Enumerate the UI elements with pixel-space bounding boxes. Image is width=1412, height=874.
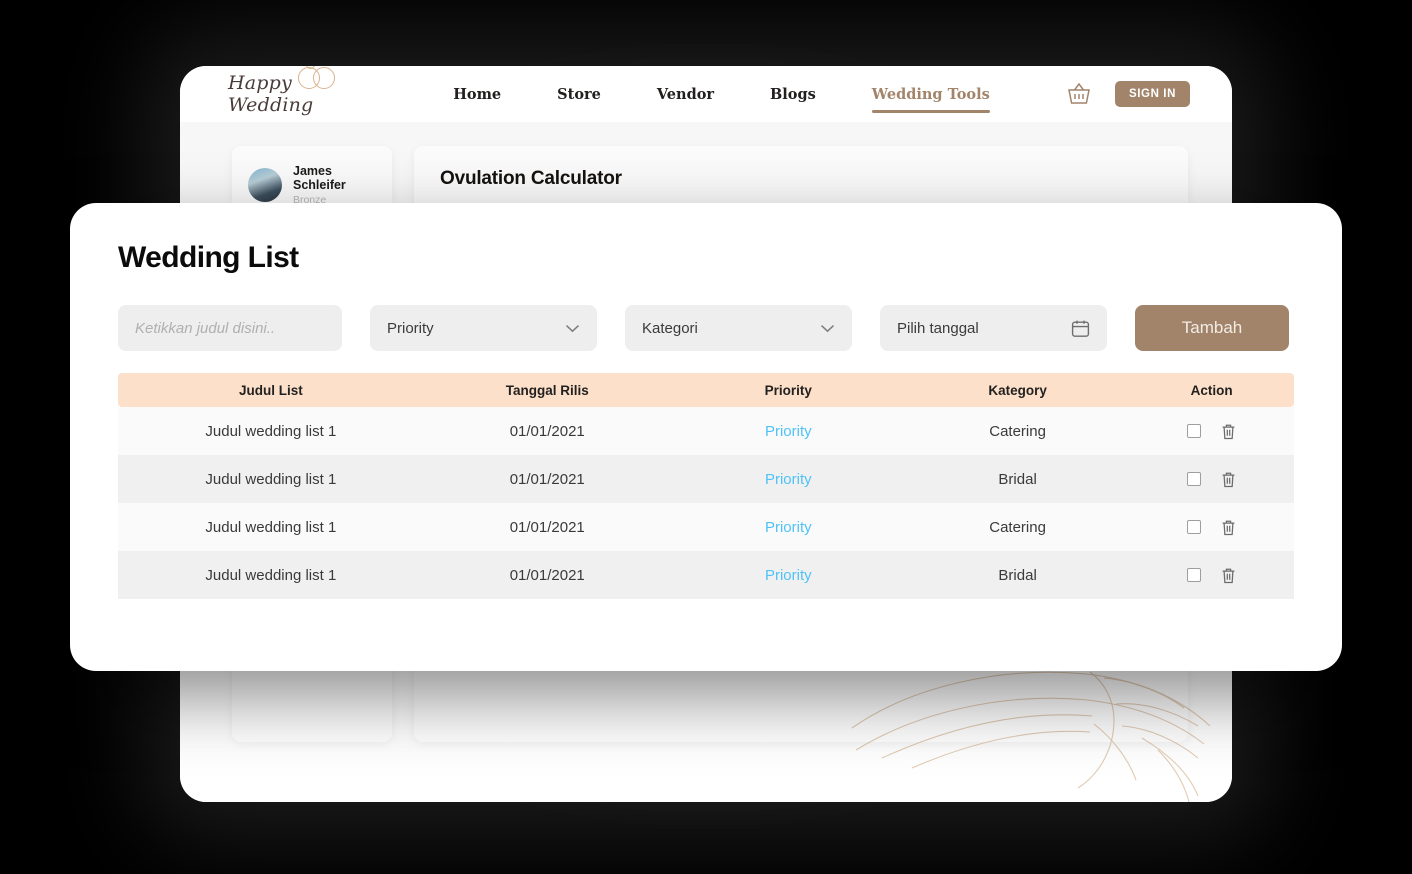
cell-action (1129, 551, 1294, 599)
cell-kategory: Catering (905, 407, 1130, 455)
trash-icon[interactable] (1221, 519, 1236, 536)
table-row: Judul wedding list 1 01/01/2021 Priority… (118, 455, 1294, 503)
cell-priority: Priority (670, 407, 906, 455)
nav-link-home[interactable]: Home (453, 66, 501, 122)
nav-link-store[interactable]: Store (557, 66, 601, 122)
column-header-kategory: Kategory (905, 373, 1130, 407)
screen-root: Happy Wedding Home Store Vendor Blogs We… (0, 0, 1412, 874)
chevron-down-icon (565, 324, 580, 332)
wedding-rings-icon (294, 66, 348, 91)
priority-link[interactable]: Priority (765, 519, 812, 536)
cell-priority: Priority (670, 551, 906, 599)
shopping-basket-icon[interactable] (1065, 81, 1093, 107)
trash-icon[interactable] (1221, 423, 1236, 440)
title-input[interactable] (135, 319, 325, 337)
trash-icon[interactable] (1221, 471, 1236, 488)
table-row: Judul wedding list 1 01/01/2021 Priority… (118, 503, 1294, 551)
cell-tanggal-rilis: 01/01/2021 (423, 455, 671, 503)
cell-tanggal-rilis: 01/01/2021 (423, 407, 671, 455)
cell-judul-list: Judul wedding list 1 (118, 503, 424, 551)
avatar (248, 168, 282, 202)
table-row: Judul wedding list 1 01/01/2021 Priority… (118, 407, 1294, 455)
trash-icon[interactable] (1221, 567, 1236, 584)
title-input-wrapper[interactable] (118, 305, 342, 351)
priority-select[interactable]: Priority (370, 305, 597, 351)
table-body: Judul wedding list 1 01/01/2021 Priority… (118, 407, 1294, 599)
priority-link[interactable]: Priority (765, 423, 812, 440)
priority-link[interactable]: Priority (765, 567, 812, 584)
profile-name: James Schleifer (293, 164, 346, 192)
calendar-icon (1071, 320, 1090, 337)
wedding-list-modal: Wedding List Priority Kategori Pilih tan… (70, 203, 1342, 671)
profile-row: James Schleifer Bronze (248, 164, 376, 206)
column-header-judul-list: Judul List (118, 373, 424, 407)
brand-logo[interactable]: Happy Wedding (228, 66, 378, 116)
cell-action (1129, 503, 1294, 551)
checkbox-icon[interactable] (1187, 520, 1202, 534)
modal-title: Wedding List (118, 241, 299, 274)
date-picker-label: Pilih tanggal (897, 319, 979, 337)
cell-priority: Priority (670, 503, 906, 551)
nav-links: Home Store Vendor Blogs Wedding Tools (378, 66, 1065, 122)
table-row: Judul wedding list 1 01/01/2021 Priority… (118, 551, 1294, 599)
nav-link-vendor[interactable]: Vendor (657, 66, 714, 122)
table-header-row: Judul List Tanggal Rilis Priority Katego… (118, 373, 1294, 407)
cell-action (1129, 407, 1294, 455)
cell-kategory: Catering (905, 503, 1130, 551)
cell-tanggal-rilis: 01/01/2021 (423, 551, 671, 599)
top-navbar: Happy Wedding Home Store Vendor Blogs We… (180, 66, 1232, 122)
priority-link[interactable]: Priority (765, 471, 812, 488)
cell-judul-list: Judul wedding list 1 (118, 455, 424, 503)
checkbox-icon[interactable] (1187, 472, 1202, 486)
nav-link-wedding-tools[interactable]: Wedding Tools (871, 66, 990, 122)
navbar-right: SIGN IN (1065, 81, 1190, 107)
chevron-down-icon (820, 324, 835, 332)
checkbox-icon[interactable] (1187, 568, 1202, 582)
column-header-action: Action (1129, 373, 1294, 407)
checkbox-icon[interactable] (1187, 424, 1202, 438)
cell-kategory: Bridal (905, 551, 1130, 599)
column-header-tanggal-rilis: Tanggal Rilis (423, 373, 671, 407)
date-picker[interactable]: Pilih tanggal (880, 305, 1107, 351)
wedding-list-table: Judul List Tanggal Rilis Priority Katego… (118, 373, 1294, 599)
category-select[interactable]: Kategori (625, 305, 852, 351)
priority-select-label: Priority (387, 319, 434, 337)
category-select-label: Kategori (642, 319, 698, 337)
nav-link-blogs[interactable]: Blogs (770, 66, 816, 122)
cell-priority: Priority (670, 455, 906, 503)
cell-kategory: Bridal (905, 455, 1130, 503)
page-title: Ovulation Calculator (440, 168, 622, 189)
column-header-priority: Priority (670, 373, 906, 407)
cell-judul-list: Judul wedding list 1 (118, 407, 424, 455)
cell-tanggal-rilis: 01/01/2021 (423, 503, 671, 551)
cell-judul-list: Judul wedding list 1 (118, 551, 424, 599)
cell-action (1129, 455, 1294, 503)
filter-bar: Priority Kategori Pilih tanggal Tambah (118, 305, 1294, 351)
table-header: Judul List Tanggal Rilis Priority Katego… (118, 373, 1294, 407)
sign-in-button[interactable]: SIGN IN (1114, 81, 1190, 107)
add-button[interactable]: Tambah (1135, 305, 1289, 351)
